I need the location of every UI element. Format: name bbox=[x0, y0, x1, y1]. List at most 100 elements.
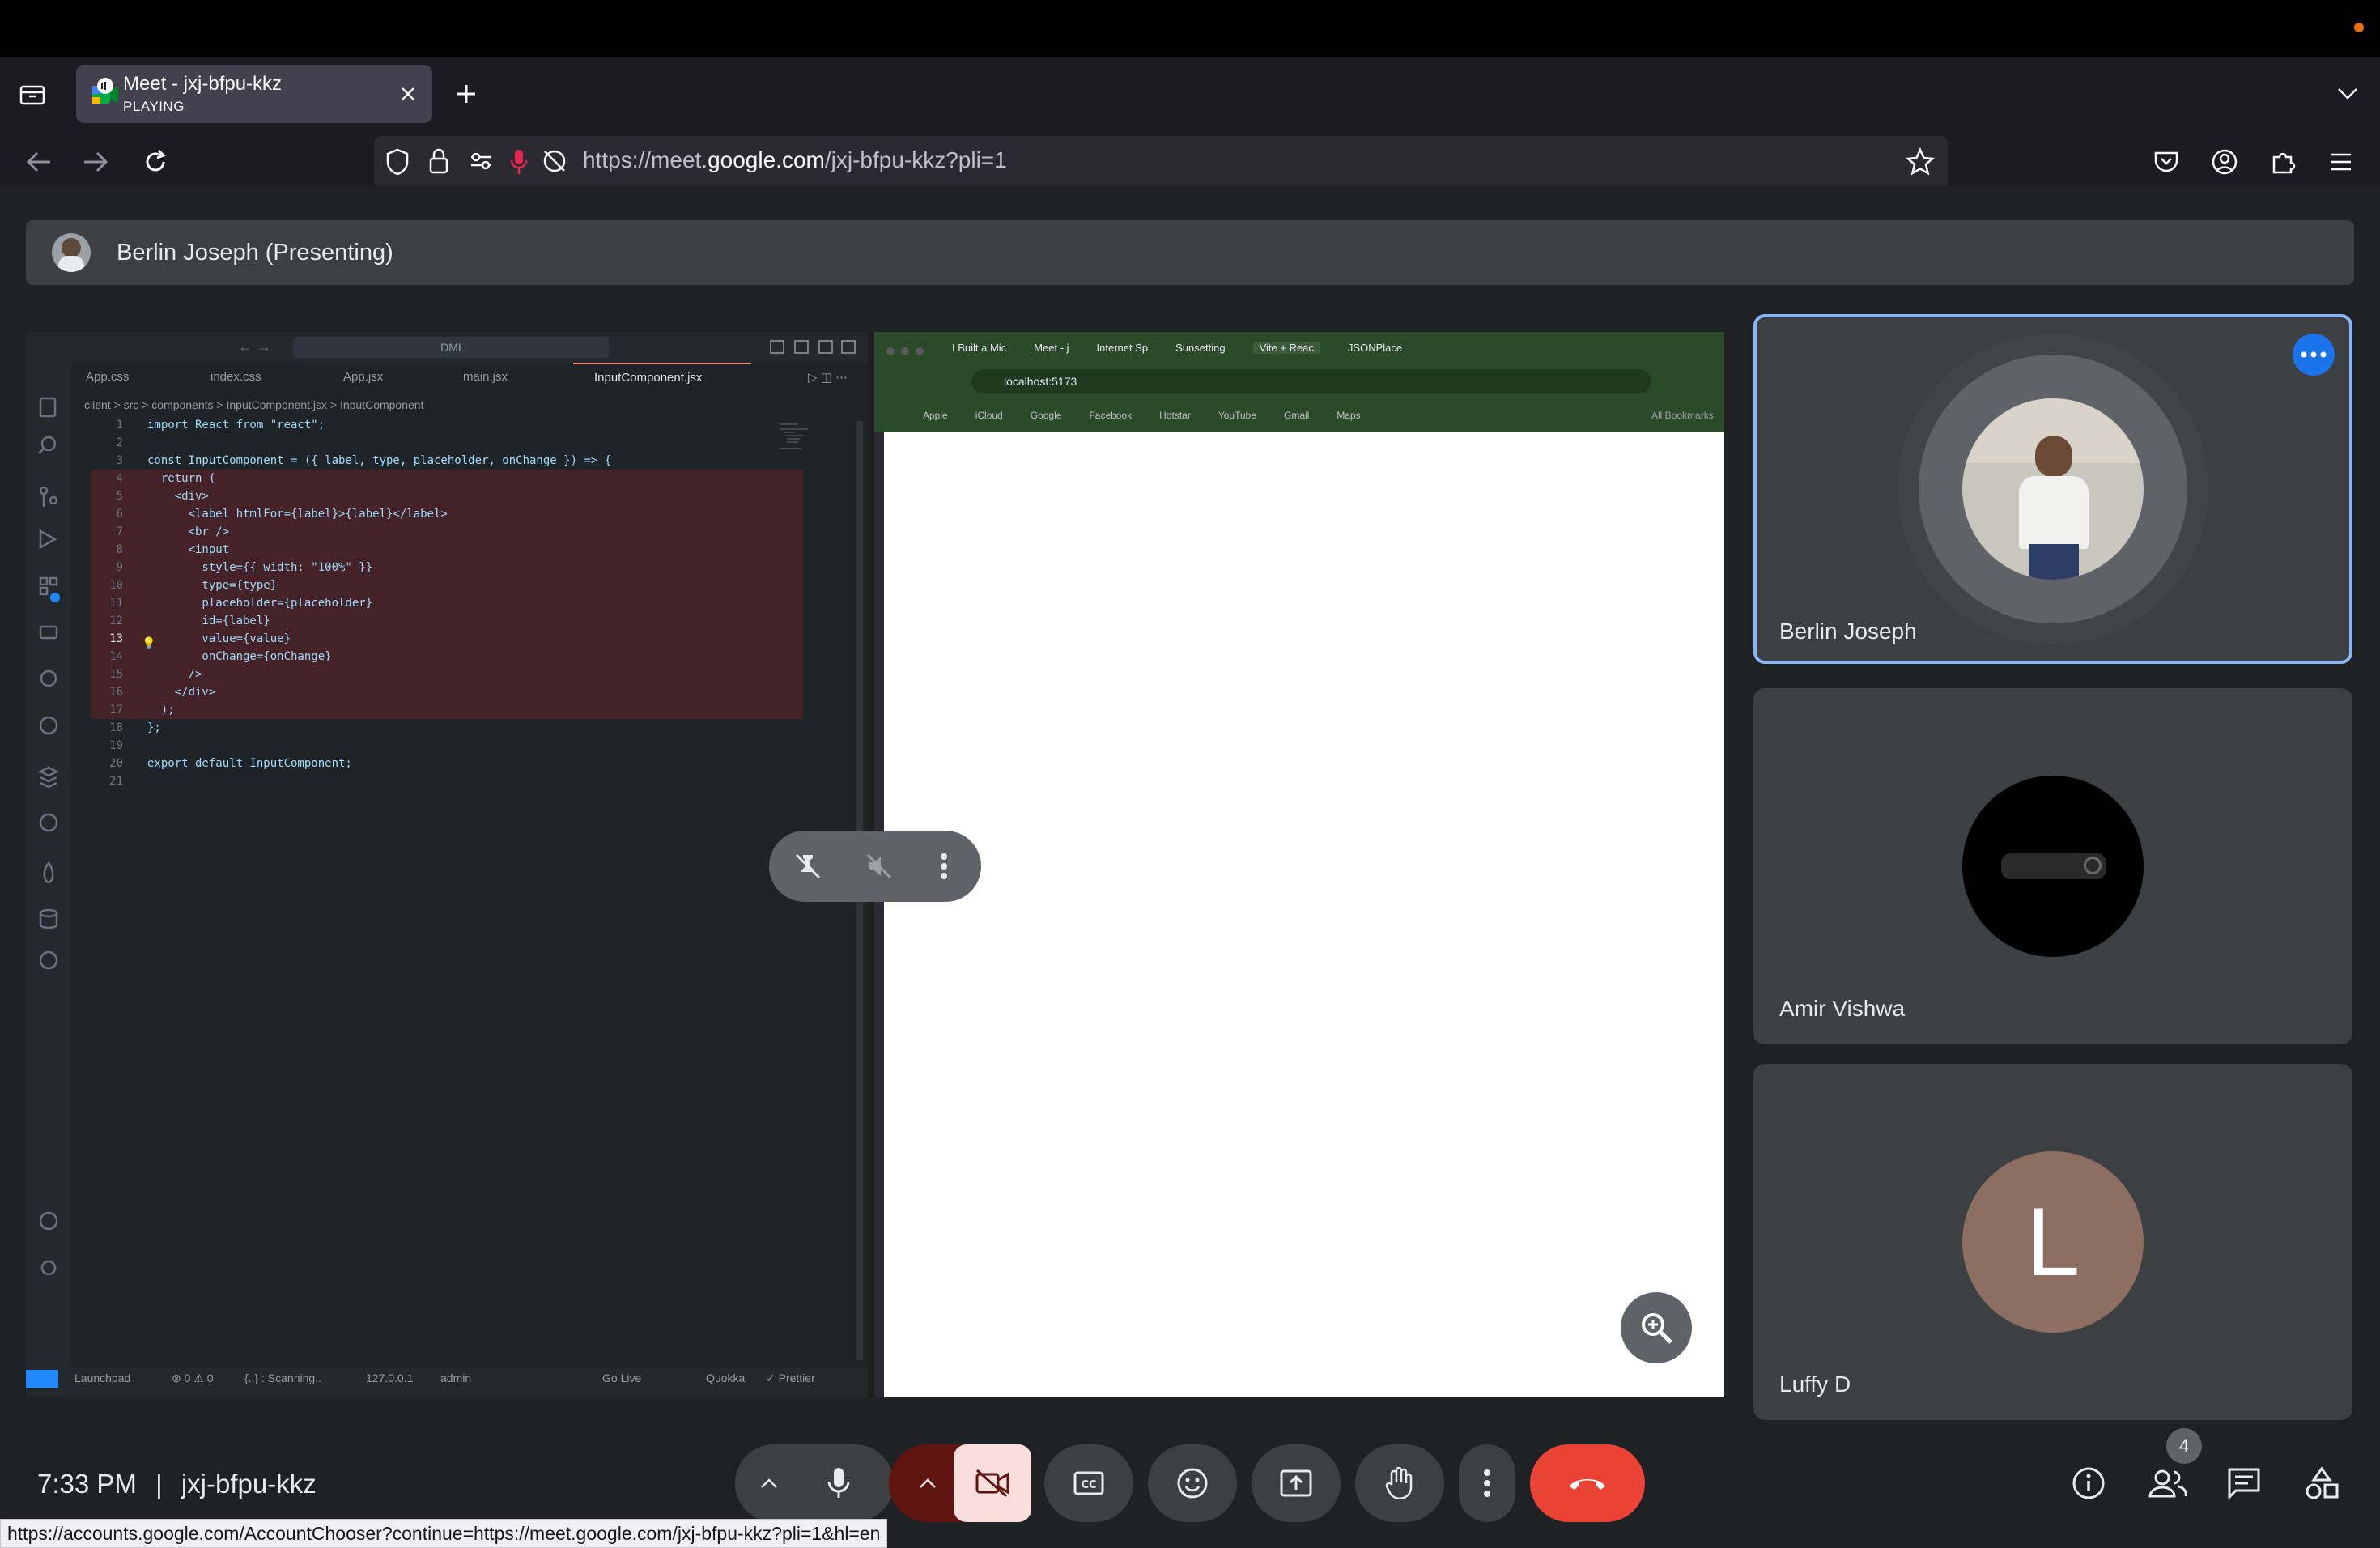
code-line: 13 value={value} bbox=[91, 630, 803, 648]
reactions-button[interactable] bbox=[1148, 1444, 1237, 1522]
status-golive[interactable]: Go Live bbox=[602, 1372, 641, 1384]
forward-arrow-icon[interactable] bbox=[79, 146, 112, 178]
info-icon bbox=[2072, 1467, 2105, 1499]
camera-off-button[interactable] bbox=[954, 1444, 1031, 1522]
vscode-tab-active[interactable]: InputComponent.jsx bbox=[573, 363, 751, 392]
inner-tab[interactable]: I Built a Mic bbox=[952, 342, 1006, 354]
all-bookmarks[interactable]: All Bookmarks bbox=[1651, 410, 1714, 421]
reload-icon[interactable] bbox=[139, 146, 172, 178]
participant-tile-amir[interactable]: Amir Vishwa bbox=[1753, 688, 2352, 1044]
url-text[interactable]: https://meet.google.com/jxj-bfpu-kkz?pli… bbox=[583, 147, 1007, 173]
bookmark-item[interactable]: iCloud bbox=[975, 410, 1003, 421]
extensions-puzzle-icon[interactable] bbox=[2267, 146, 2299, 178]
code-line: 4 return ( bbox=[91, 470, 803, 487]
more-options-button[interactable] bbox=[1459, 1444, 1515, 1522]
vscode-tab-index-css[interactable]: index.css bbox=[210, 370, 261, 384]
vscode-search[interactable]: DMI bbox=[293, 337, 609, 358]
vscode-tab-main-jsx[interactable]: main.jsx bbox=[463, 370, 508, 384]
address-bar[interactable]: https://meet.google.com/jxj-bfpu-kkz?pli… bbox=[374, 136, 1948, 189]
inner-address-bar[interactable]: localhost:5173 bbox=[971, 369, 1651, 393]
system-top-bar bbox=[0, 0, 2380, 57]
vscode-run-icon[interactable]: ▷ ◫ ⋯ bbox=[808, 370, 848, 385]
new-tab-icon[interactable] bbox=[450, 78, 482, 110]
status-prettier[interactable]: ✓ Prettier bbox=[766, 1372, 815, 1385]
status-launchpad[interactable]: Launchpad bbox=[74, 1372, 130, 1384]
inner-tabs: I Built a Mic Meet - j Internet Sp Sunse… bbox=[952, 342, 1402, 354]
unpin-icon[interactable] bbox=[792, 850, 824, 882]
hamburger-menu-icon[interactable] bbox=[2325, 146, 2357, 178]
presenter-bar: Berlin Joseph (Presenting) bbox=[26, 220, 2354, 285]
captions-button[interactable]: CC bbox=[1044, 1444, 1133, 1522]
back-arrow-icon[interactable] bbox=[23, 146, 55, 178]
link-status-tooltip: https://accounts.google.com/AccountChoos… bbox=[0, 1519, 888, 1548]
list-tabs-chevron-down-icon[interactable] bbox=[2331, 78, 2364, 110]
code-line: 21 bbox=[109, 775, 123, 788]
lock-icon[interactable] bbox=[427, 147, 452, 178]
bookmark-item[interactable]: YouTube bbox=[1218, 410, 1256, 421]
mute-audio-icon[interactable] bbox=[863, 850, 895, 882]
leave-call-button[interactable] bbox=[1530, 1444, 1645, 1522]
inner-tab[interactable]: Internet Sp bbox=[1097, 342, 1149, 354]
bookmark-item[interactable]: Maps bbox=[1337, 410, 1360, 421]
vscode-layout-icon[interactable] bbox=[761, 338, 858, 356]
tab-overview-icon[interactable] bbox=[16, 78, 49, 110]
code-line: 9 style={{ width: "100%" }} bbox=[91, 559, 803, 576]
participant-more-button[interactable] bbox=[2293, 334, 2335, 376]
meeting-details-button[interactable] bbox=[2068, 1462, 2110, 1504]
account-icon[interactable] bbox=[2208, 146, 2241, 178]
permissions-sliders-icon[interactable] bbox=[468, 149, 494, 176]
vscode-activity-icons[interactable] bbox=[26, 363, 71, 1367]
participant-tile-berlin[interactable]: Berlin Joseph bbox=[1753, 314, 2352, 664]
microphone-active-icon[interactable] bbox=[510, 147, 529, 178]
chat-button[interactable] bbox=[2223, 1462, 2265, 1504]
vscode-code-area[interactable]: 1 import React from "react"; 2 3 const Inp… bbox=[91, 416, 803, 805]
participant-name: Luffy D bbox=[1779, 1372, 1851, 1397]
lightbulb-icon[interactable]: 💡 bbox=[142, 636, 155, 650]
bookmark-item[interactable]: Facebook bbox=[1089, 410, 1132, 421]
vscode-tab-app-jsx[interactable]: App.jsx bbox=[343, 370, 383, 384]
bookmark-item[interactable]: Gmail bbox=[1284, 410, 1309, 421]
inner-tab[interactable]: Sunsetting bbox=[1175, 342, 1225, 354]
zoom-in-icon bbox=[1642, 1313, 1672, 1344]
camera-off-icon bbox=[975, 1469, 1009, 1498]
close-tab-icon[interactable] bbox=[393, 79, 423, 108]
more-horiz-icon bbox=[2301, 351, 2327, 358]
tile-overlay-controls bbox=[769, 831, 981, 902]
bookmark-item[interactable]: Google bbox=[1031, 410, 1062, 421]
vscode-minimap[interactable] bbox=[779, 421, 811, 453]
presenter-avatar bbox=[52, 233, 91, 272]
shapes-icon bbox=[2306, 1466, 2339, 1499]
camera-blocked-icon[interactable] bbox=[541, 147, 568, 178]
present-button[interactable] bbox=[1252, 1444, 1341, 1522]
code-line: 16 </div> bbox=[91, 683, 803, 701]
raise-hand-button[interactable] bbox=[1355, 1444, 1444, 1522]
activities-button[interactable] bbox=[2301, 1462, 2343, 1504]
hang-up-icon bbox=[1570, 1479, 1605, 1490]
status-quokka[interactable]: Quokka bbox=[706, 1372, 745, 1384]
vscode-tab-app-css[interactable]: App.css bbox=[86, 370, 129, 384]
participant-tile-luffy[interactable]: L Luffy D bbox=[1753, 1064, 2352, 1420]
remote-indicator[interactable] bbox=[26, 1370, 58, 1388]
bookmark-item[interactable]: Apple bbox=[923, 410, 948, 421]
vscode-back-forward-icon[interactable]: ← → bbox=[238, 338, 271, 355]
code-line: 14 onChange={onChange} bbox=[91, 648, 803, 666]
status-scanning: {..} : Scanning.. bbox=[244, 1372, 321, 1384]
bookmark-star-icon[interactable] bbox=[1906, 147, 1936, 178]
audio-options-chevron-up-icon[interactable] bbox=[756, 1470, 782, 1496]
video-control-group bbox=[889, 1444, 1031, 1522]
more-options-icon[interactable] bbox=[928, 850, 960, 882]
microphone-button[interactable] bbox=[819, 1464, 858, 1503]
people-button[interactable] bbox=[2145, 1462, 2191, 1504]
inner-tab-active[interactable]: Vite + Reac bbox=[1252, 342, 1320, 354]
pocket-icon[interactable] bbox=[2150, 146, 2182, 178]
audio-control-group bbox=[735, 1444, 894, 1522]
browser-tab-meet[interactable]: Meet - jxj-bfpu-kkz PLAYING bbox=[76, 65, 432, 123]
tracking-shield-icon[interactable] bbox=[385, 147, 413, 178]
status-problems[interactable]: ⊗ 0 ⚠ 0 bbox=[172, 1372, 214, 1385]
inner-tab[interactable]: JSONPlace bbox=[1348, 342, 1402, 354]
zoom-button[interactable] bbox=[1621, 1292, 1692, 1363]
inner-tab[interactable]: Meet - j bbox=[1034, 342, 1069, 354]
vscode-status-bar: Launchpad ⊗ 0 ⚠ 0 {..} : Scanning.. 127.… bbox=[26, 1367, 868, 1397]
bookmark-item[interactable]: Hotstar bbox=[1159, 410, 1191, 421]
code-line: 19 bbox=[109, 739, 123, 752]
